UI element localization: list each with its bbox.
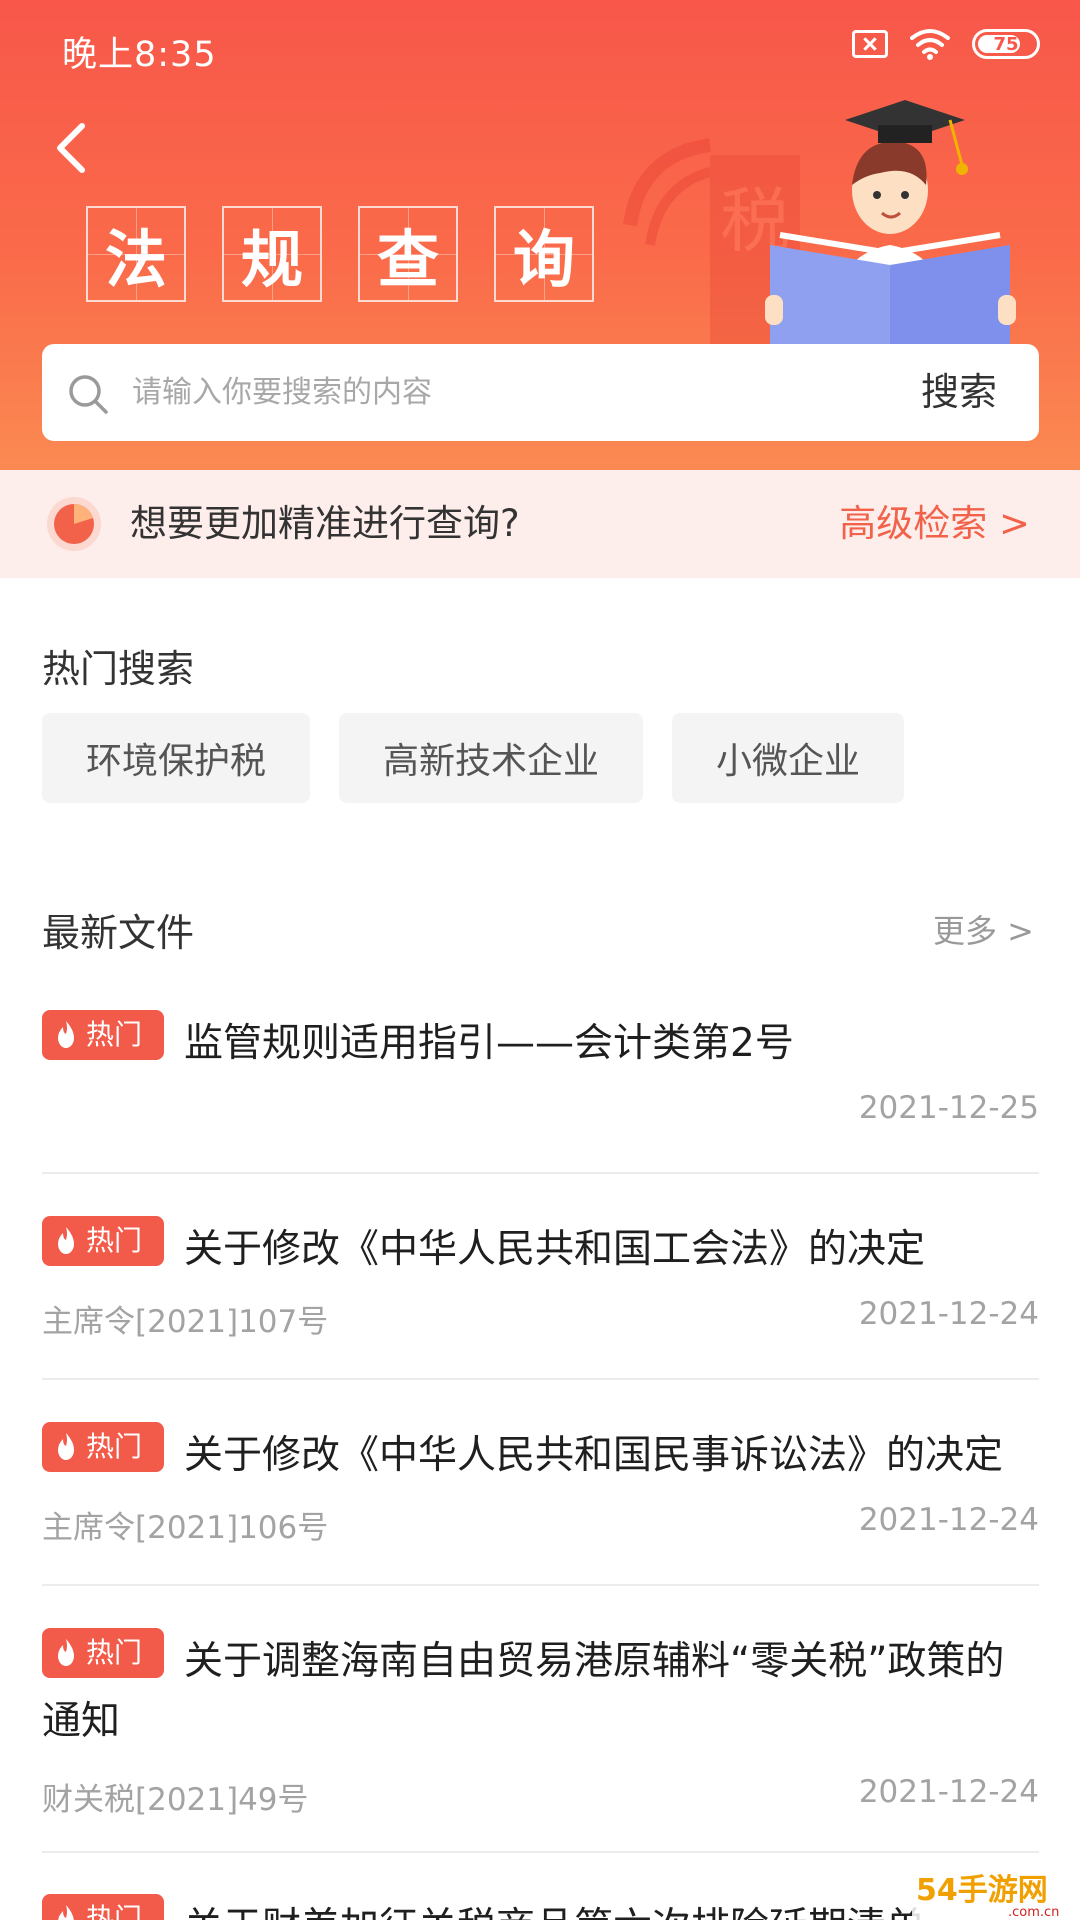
advanced-search-link[interactable]: 高级检索 >: [839, 470, 1030, 578]
divider: [42, 1851, 1039, 1853]
latest-files-title: 最新文件: [42, 911, 195, 955]
flame-icon: [58, 1639, 74, 1666]
search-icon: [69, 375, 108, 414]
hot-badge: 热门: [42, 1894, 164, 1920]
hot-badge: 热门: [42, 1216, 164, 1266]
news-item[interactable]: 热门 关于修改《中华人民共和国工会法》的决定 主席令[2021]107号 202…: [42, 1216, 1039, 1366]
news-title: 关于修改《中华人民共和国工会法》的决定: [184, 1227, 926, 1272]
news-date: 2021-12-24: [858, 1296, 1039, 1332]
search-button[interactable]: 搜索: [921, 344, 997, 441]
no-sim-icon: [852, 30, 888, 58]
hot-search-tag[interactable]: 小微企业: [672, 713, 905, 803]
advanced-search-banner: 想要更加精准进行查询? 高级检索 >: [0, 470, 1080, 578]
hot-badge: 热门: [42, 1628, 164, 1678]
flame-icon: [58, 1905, 74, 1920]
back-arrow-icon[interactable]: [44, 118, 104, 178]
flame-icon: [58, 1227, 74, 1254]
site-watermark-logo: 54手游网 .com.cn: [912, 1862, 1072, 1920]
news-title-line: 热门 监管规则适用指引——会计类第2号: [42, 1010, 1039, 1074]
title-char: 规: [222, 206, 322, 302]
divider: [42, 1172, 1039, 1174]
battery-level: 75: [993, 33, 1019, 55]
hot-badge: 热门: [42, 1422, 164, 1472]
news-date: 2021-12-25: [858, 1090, 1039, 1126]
news-item[interactable]: 热门 关于修改《中华人民共和国民事诉讼法》的决定 主席令[2021]106号 2…: [42, 1422, 1039, 1572]
hot-search-tags: 环境保护税 高新技术企业 小微企业: [42, 713, 905, 803]
hot-search-tag[interactable]: 环境保护税: [42, 713, 311, 803]
search-box[interactable]: 搜索: [42, 344, 1039, 441]
news-title-line: 热门 关于财差加征关税商品第六次排除延期清单: [42, 1894, 1039, 1920]
news-item[interactable]: 热门 监管规则适用指引——会计类第2号 2021-12-25: [42, 1010, 1039, 1160]
news-title: 关于修改《中华人民共和国民事诉讼法》的决定: [184, 1433, 1004, 1478]
svg-text:54手游网: 54手游网: [916, 1873, 1048, 1908]
more-link[interactable]: 更多 >: [933, 906, 1034, 952]
search-input[interactable]: [132, 344, 892, 441]
battery-icon: 75: [972, 29, 1040, 59]
news-doc-number: 主席令[2021]106号: [42, 1510, 329, 1546]
hot-badge: 热门: [42, 1010, 164, 1060]
news-doc-number: 主席令[2021]107号: [42, 1304, 329, 1340]
news-item[interactable]: 热门 关于调整海南自由贸易港原辅料“零关税”政策的通知 财关税[2021]49号…: [42, 1628, 1039, 1838]
hot-search-tag[interactable]: 高新技术企业: [339, 713, 644, 803]
news-title-line: 热门 关于修改《中华人民共和国民事诉讼法》的决定: [42, 1422, 1039, 1486]
status-bar: 晚上8:35 75: [0, 0, 1080, 96]
page-title: 法 规 查 询: [86, 206, 594, 302]
news-title: 关于调整海南自由贸易港原辅料“零关税”政策的通知: [42, 1639, 1005, 1744]
news-item[interactable]: 热门 关于财差加征关税商品第六次排除延期清单: [42, 1894, 1039, 1920]
wifi-icon: [910, 29, 950, 60]
status-icons: 75: [852, 28, 1040, 60]
hot-search-title: 热门搜索: [42, 647, 195, 691]
news-date: 2021-12-24: [858, 1774, 1039, 1810]
news-title-line: 热门 关于调整海南自由贸易港原辅料“零关税”政策的通知: [42, 1628, 1039, 1752]
news-title: 监管规则适用指引——会计类第2号: [184, 1021, 794, 1066]
pie-chart-icon: [47, 497, 101, 551]
advanced-search-prompt: 想要更加精准进行查询?: [130, 502, 520, 545]
title-char: 查: [358, 206, 458, 302]
news-title-line: 热门 关于修改《中华人民共和国工会法》的决定: [42, 1216, 1039, 1280]
news-date: 2021-12-24: [858, 1502, 1039, 1538]
news-title: 关于财差加征关税商品第六次排除延期清单: [184, 1905, 925, 1920]
title-char: 询: [494, 206, 594, 302]
svg-text:.com.cn: .com.cn: [1008, 1905, 1059, 1920]
title-char: 法: [86, 206, 186, 302]
divider: [42, 1584, 1039, 1586]
status-time: 晚上8:35: [62, 35, 217, 75]
divider: [42, 1378, 1039, 1380]
header: 晚上8:35 75 法 规 查 询 税 请输入你要搜索的内容 搜索: [0, 0, 1080, 470]
student-reading-illustration: 税: [623, 100, 1016, 345]
news-doc-number: 财关税[2021]49号: [42, 1782, 309, 1818]
flame-icon: [58, 1433, 74, 1460]
flame-icon: [58, 1021, 74, 1048]
